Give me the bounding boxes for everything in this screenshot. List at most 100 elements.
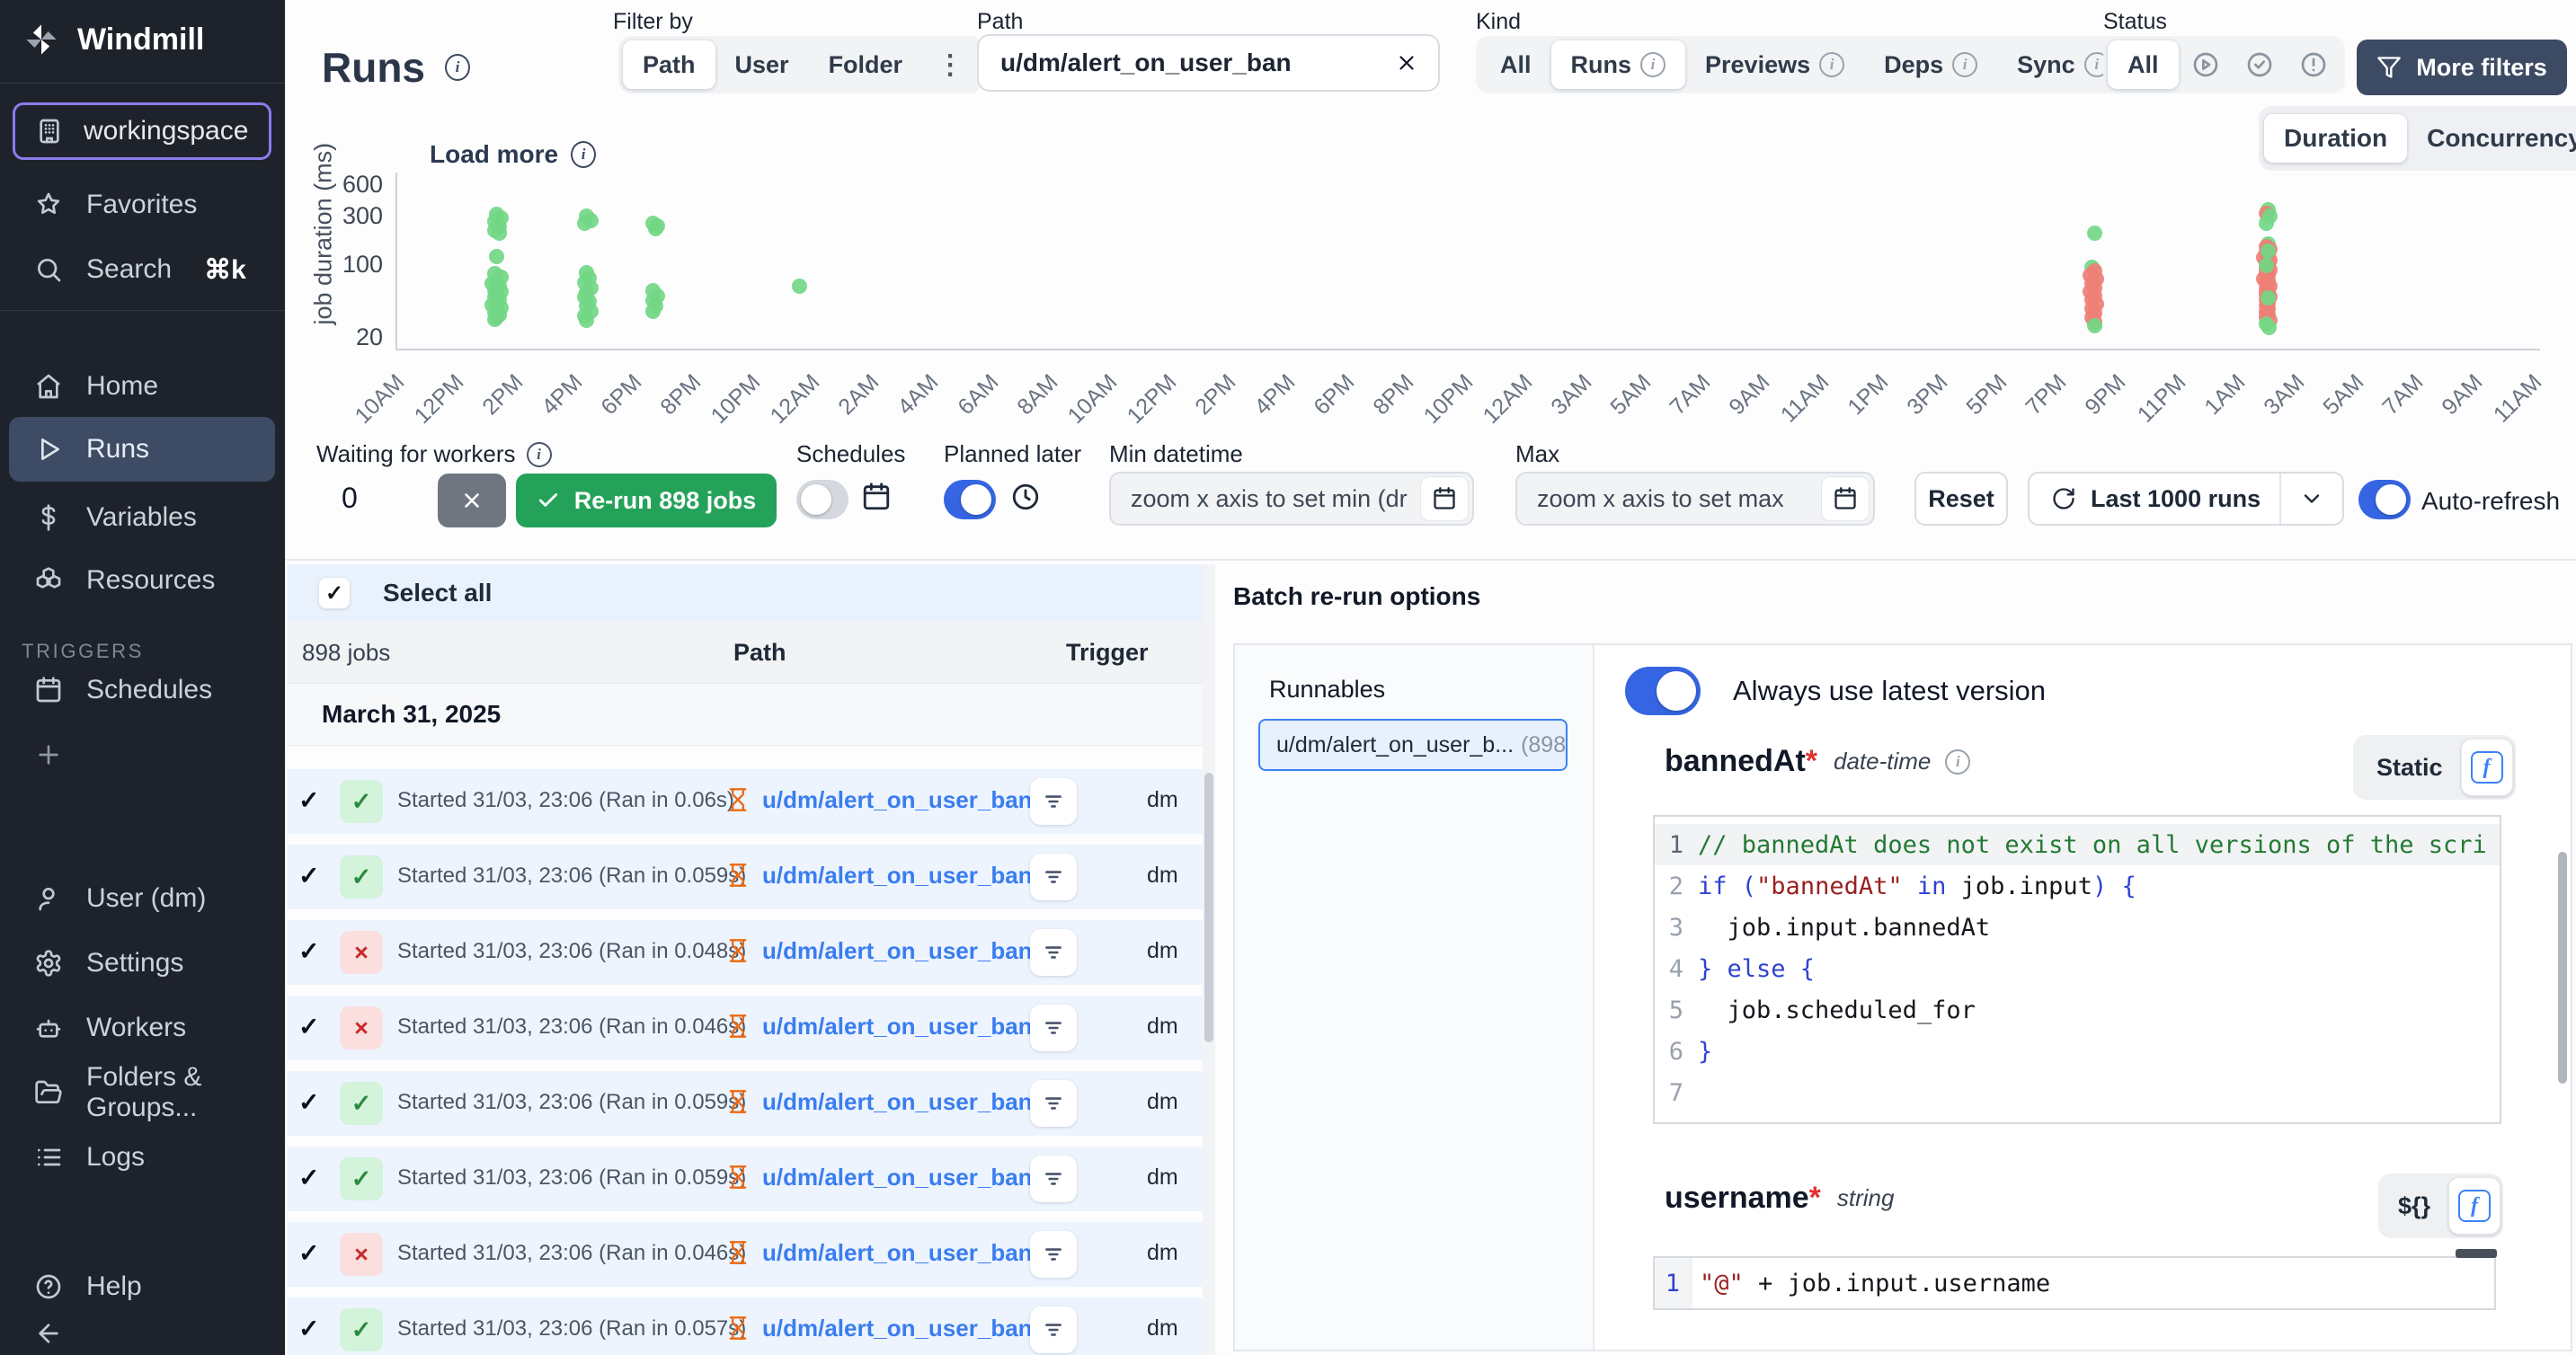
mode-template-label[interactable]: ${} bbox=[2378, 1192, 2448, 1220]
run-row[interactable]: ✓ ✓ Started 31/03, 23:06 (Ran in 0.06s) … bbox=[288, 769, 1206, 834]
run-dot[interactable] bbox=[2087, 226, 2102, 241]
tab-duration[interactable]: Duration bbox=[2264, 114, 2407, 163]
collapse-sidebar-button[interactable] bbox=[9, 1305, 275, 1355]
clear-path-icon[interactable] bbox=[1395, 51, 1418, 75]
expression-editor-button[interactable]: f bbox=[2461, 739, 2513, 796]
last-runs-dropdown[interactable] bbox=[2279, 474, 2342, 524]
run-dot[interactable] bbox=[2261, 320, 2277, 335]
chart-plot[interactable] bbox=[395, 173, 2540, 350]
horizontal-scrollbar-thumb[interactable] bbox=[2456, 1249, 2497, 1258]
run-dot[interactable] bbox=[648, 221, 663, 236]
run-dot[interactable] bbox=[487, 312, 502, 327]
row-checkbox[interactable]: ✓ bbox=[298, 1163, 319, 1192]
run-row[interactable]: ✓ × Started 31/03, 23:06 (Ran in 0.048s)… bbox=[288, 920, 1206, 985]
min-datetime-calendar-button[interactable] bbox=[1420, 476, 1469, 521]
path-input[interactable]: u/dm/alert_on_user_ban bbox=[977, 34, 1440, 92]
cancel-selection-button[interactable] bbox=[438, 474, 506, 527]
run-path-link[interactable]: u/dm/alert_on_user_ban bbox=[762, 1164, 1033, 1191]
sidebar-item-schedules[interactable]: Schedules bbox=[9, 661, 275, 719]
min-datetime-input[interactable]: zoom x axis to set min (dr bbox=[1109, 472, 1474, 526]
run-dot[interactable] bbox=[2087, 318, 2102, 333]
row-filter-button[interactable] bbox=[1030, 1005, 1077, 1051]
add-trigger-button[interactable] bbox=[9, 726, 275, 784]
run-row[interactable]: ✓ ✓ Started 31/03, 23:06 (Ran in 0.059s)… bbox=[288, 1071, 1206, 1136]
list-scrollbar[interactable] bbox=[1203, 564, 1215, 1355]
max-datetime-calendar-button[interactable] bbox=[1821, 476, 1870, 521]
row-checkbox[interactable]: ✓ bbox=[298, 936, 319, 966]
row-filter-button[interactable] bbox=[1030, 1080, 1077, 1127]
row-checkbox[interactable]: ✓ bbox=[298, 1314, 319, 1343]
run-path-link[interactable]: u/dm/alert_on_user_ban bbox=[762, 1088, 1033, 1116]
sidebar-item-resources[interactable]: Resources bbox=[9, 552, 275, 609]
row-filter-button[interactable] bbox=[1030, 929, 1077, 976]
run-dot[interactable] bbox=[792, 279, 807, 294]
panel-scrollbar-thumb[interactable] bbox=[2558, 852, 2567, 1084]
latest-version-toggle[interactable] bbox=[1625, 667, 1701, 715]
run-path-link[interactable]: u/dm/alert_on_user_ban bbox=[762, 1013, 1033, 1041]
row-checkbox[interactable]: ✓ bbox=[298, 785, 319, 815]
run-row[interactable]: ✓ ✓ Started 31/03, 23:06 (Ran in 0.059s)… bbox=[288, 1147, 1206, 1211]
run-dot[interactable] bbox=[489, 249, 504, 264]
row-filter-button[interactable] bbox=[1030, 1231, 1077, 1278]
filter-by-more-menu[interactable]: ⋮ bbox=[922, 40, 978, 89]
sidebar-item-variables[interactable]: Variables bbox=[9, 489, 275, 546]
load-more-button[interactable]: Load more i bbox=[430, 140, 596, 169]
auto-refresh-toggle[interactable] bbox=[2358, 480, 2411, 519]
kind-deps[interactable]: Deps i bbox=[1864, 40, 1997, 89]
workspace-selector[interactable]: workingspace bbox=[13, 102, 271, 160]
list-scrollbar-thumb[interactable] bbox=[1204, 773, 1213, 1042]
run-dot[interactable] bbox=[2259, 216, 2274, 231]
rerun-jobs-button[interactable]: Re-run 898 jobs bbox=[516, 474, 777, 527]
runs-info-icon[interactable]: i bbox=[445, 54, 470, 81]
sidebar-item-favorites[interactable]: Favorites bbox=[9, 176, 275, 234]
row-filter-button[interactable] bbox=[1030, 1156, 1077, 1202]
run-path-link[interactable]: u/dm/alert_on_user_ban bbox=[762, 937, 1033, 965]
run-row[interactable]: ✓ × Started 31/03, 23:06 (Ran in 0.046s)… bbox=[288, 996, 1206, 1060]
run-dot[interactable] bbox=[2259, 258, 2274, 273]
sidebar-item-settings[interactable]: Settings bbox=[9, 934, 275, 992]
run-dot[interactable] bbox=[579, 313, 594, 328]
max-datetime-input[interactable]: zoom x axis to set max bbox=[1515, 472, 1875, 526]
sidebar-item-logs[interactable]: Logs bbox=[9, 1129, 275, 1186]
last-runs-button[interactable]: Last 1000 runs bbox=[2028, 472, 2344, 526]
run-row[interactable]: ✓ × Started 31/03, 23:06 (Ran in 0.046s)… bbox=[288, 1222, 1206, 1287]
run-path-link[interactable]: u/dm/alert_on_user_ban bbox=[762, 786, 1033, 814]
sidebar-item-workers[interactable]: Workers bbox=[9, 999, 275, 1057]
sidebar-item-search[interactable]: Search ⌘k bbox=[9, 241, 275, 298]
row-checkbox[interactable]: ✓ bbox=[298, 1087, 319, 1117]
run-path-link[interactable]: u/dm/alert_on_user_ban bbox=[762, 1239, 1033, 1267]
run-path-link[interactable]: u/dm/alert_on_user_ban bbox=[762, 1315, 1033, 1342]
filter-by-path[interactable]: Path bbox=[623, 40, 715, 89]
sidebar-item-folders-groups[interactable]: Folders & Groups... bbox=[9, 1064, 275, 1121]
runnable-item[interactable]: u/dm/alert_on_user_b... (898) bbox=[1258, 719, 1568, 771]
row-filter-button[interactable] bbox=[1030, 778, 1077, 825]
status-running-icon[interactable] bbox=[2179, 40, 2233, 89]
more-filters-button[interactable]: More filters bbox=[2357, 40, 2567, 95]
kind-runs[interactable]: Runs i bbox=[1551, 40, 1686, 89]
row-filter-button[interactable] bbox=[1030, 1306, 1077, 1353]
sidebar-item-user[interactable]: User (dm) bbox=[9, 870, 275, 927]
reset-button[interactable]: Reset bbox=[1914, 472, 2008, 526]
username-code-editor[interactable]: 1 "@" + job.input.username bbox=[1653, 1256, 2496, 1310]
row-checkbox[interactable]: ✓ bbox=[298, 1238, 319, 1268]
row-checkbox[interactable]: ✓ bbox=[298, 1012, 319, 1041]
mode-static-label[interactable]: Static bbox=[2353, 754, 2461, 782]
filter-by-user[interactable]: User bbox=[715, 40, 809, 89]
run-path-link[interactable]: u/dm/alert_on_user_ban bbox=[762, 862, 1033, 890]
row-checkbox[interactable]: ✓ bbox=[298, 861, 319, 890]
schedules-toggle[interactable] bbox=[796, 480, 848, 519]
status-success-icon[interactable] bbox=[2233, 40, 2287, 89]
status-failure-icon[interactable] bbox=[2287, 40, 2341, 89]
run-dot[interactable] bbox=[645, 304, 661, 319]
run-dot[interactable] bbox=[577, 216, 592, 231]
select-all-checkbox[interactable]: ✓ bbox=[318, 577, 351, 609]
sidebar-item-runs[interactable]: Runs bbox=[9, 417, 275, 482]
run-row[interactable]: ✓ ✓ Started 31/03, 23:06 (Ran in 0.057s)… bbox=[288, 1297, 1206, 1355]
tab-concurrency[interactable]: Concurrency bbox=[2407, 114, 2576, 163]
run-row[interactable]: ✓ ✓ Started 31/03, 23:06 (Ran in 0.059s)… bbox=[288, 845, 1206, 909]
bannedAt-code-editor[interactable]: 1// bannedAt does not exist on all versi… bbox=[1653, 815, 2501, 1124]
status-all[interactable]: All bbox=[2108, 40, 2179, 89]
app-logo-row[interactable]: Windmill bbox=[0, 13, 285, 66]
planned-later-toggle[interactable] bbox=[944, 480, 996, 519]
run-dot[interactable] bbox=[492, 226, 507, 241]
